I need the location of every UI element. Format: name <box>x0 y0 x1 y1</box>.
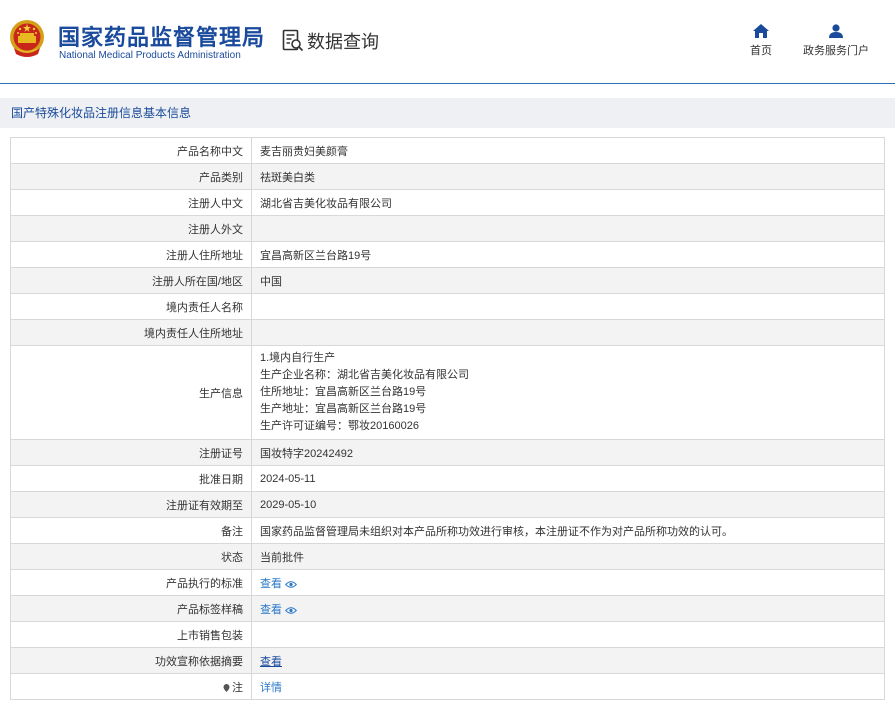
field-label: 境内责任人住所地址 <box>10 319 252 346</box>
field-label: 生产信息 <box>10 345 252 440</box>
field-value: 2029-05-10 <box>251 491 885 518</box>
org-name-en: National Medical Products Administration <box>59 50 241 61</box>
document-search-icon <box>282 29 304 52</box>
data-query-title: 数据查询 <box>282 28 379 54</box>
user-icon <box>829 24 843 38</box>
field-value: 宜昌高新区兰台路19号 <box>251 241 885 268</box>
field-value: 国妆特字20242492 <box>251 439 885 466</box>
field-label: 注册证有效期至 <box>10 491 252 518</box>
home-icon <box>753 24 769 38</box>
eye-icon[interactable] <box>285 580 297 589</box>
table-row: 备注 国家药品监督管理局未组织对本产品所称功效进行审核，本注册证不作为对产品所称… <box>10 517 885 544</box>
production-line: 生产地址：宜昌高新区兰台路19号 <box>260 403 427 415</box>
note-label: 注 <box>232 681 243 694</box>
table-row-production-info: 生产信息 1.境内自行生产 生产企业名称：湖北省吉美化妆品有限公司 住所地址：宜… <box>10 345 885 440</box>
field-value: 查看 <box>251 595 885 622</box>
field-value: 2024-05-11 <box>251 465 885 492</box>
production-line: 生产许可证编号：鄂妆20160026 <box>260 420 419 432</box>
production-info-value: 1.境内自行生产 生产企业名称：湖北省吉美化妆品有限公司 住所地址：宜昌高新区兰… <box>251 345 885 440</box>
table-row: 批准日期 2024-05-11 <box>10 465 885 492</box>
view-efficacy-summary-link[interactable]: 查看 <box>260 656 282 668</box>
nav-service-portal[interactable]: 政务服务门户 <box>802 24 870 58</box>
field-value: 中国 <box>251 267 885 294</box>
field-label: 注册人所在国/地区 <box>10 267 252 294</box>
table-row: 注册人中文 湖北省吉美化妆品有限公司 <box>10 189 885 216</box>
field-value: 查看 <box>251 569 885 596</box>
field-value <box>251 319 885 346</box>
field-value <box>251 293 885 320</box>
nav-home-label: 首页 <box>750 45 772 57</box>
field-label: 上市销售包装 <box>10 621 252 648</box>
field-value: 麦吉丽贵妇美颜膏 <box>251 137 885 164</box>
field-value: 国家药品监督管理局未组织对本产品所称功效进行审核，本注册证不作为对产品所称功效的… <box>251 517 885 544</box>
production-line: 生产企业名称：湖北省吉美化妆品有限公司 <box>260 369 469 381</box>
table-row: 注册人所在国/地区 中国 <box>10 267 885 294</box>
details-link[interactable]: 详情 <box>260 682 282 694</box>
query-title-text: 数据查询 <box>307 32 379 53</box>
field-label: 产品名称中文 <box>10 137 252 164</box>
field-label: 批准日期 <box>10 465 252 492</box>
table-row: 境内责任人名称 <box>10 293 885 320</box>
field-value <box>251 215 885 242</box>
table-row: 注册证号 国妆特字20242492 <box>10 439 885 466</box>
view-standard-link[interactable]: 查看 <box>260 578 282 590</box>
field-label-note: 注 <box>10 673 252 700</box>
table-row: 上市销售包装 <box>10 621 885 648</box>
field-label: 注册人外文 <box>10 215 252 242</box>
pin-icon <box>223 683 230 692</box>
field-value: 详情 <box>251 673 885 700</box>
view-label-sample-link[interactable]: 查看 <box>260 604 282 616</box>
table-row: 注册证有效期至 2029-05-10 <box>10 491 885 518</box>
field-label: 注册证号 <box>10 439 252 466</box>
national-emblem-icon <box>10 20 44 57</box>
production-line: 1.境内自行生产 <box>260 352 336 364</box>
site-header: 国家药品监督管理局 National Medical Products Admi… <box>0 0 895 84</box>
field-label: 产品标签样稿 <box>10 595 252 622</box>
field-label: 境内责任人名称 <box>10 293 252 320</box>
section-title: 国产特殊化妆品注册信息基本信息 <box>0 98 895 128</box>
field-label: 功效宣称依据摘要 <box>10 647 252 674</box>
eye-icon[interactable] <box>285 606 297 615</box>
field-label: 注册人中文 <box>10 189 252 216</box>
table-row: 产品类别 祛斑美白类 <box>10 163 885 190</box>
registration-info-table: 产品名称中文 麦吉丽贵妇美颜膏 产品类别 祛斑美白类 注册人中文 湖北省吉美化妆… <box>10 137 885 700</box>
field-value <box>251 621 885 648</box>
table-row: 注册人外文 <box>10 215 885 242</box>
field-value: 当前批件 <box>251 543 885 570</box>
production-line: 住所地址：宜昌高新区兰台路19号 <box>260 386 427 398</box>
org-name-cn: 国家药品监督管理局 <box>58 26 266 51</box>
field-label: 产品类别 <box>10 163 252 190</box>
nav-home[interactable]: 首页 <box>749 24 773 58</box>
field-value: 湖北省吉美化妆品有限公司 <box>251 189 885 216</box>
field-label: 备注 <box>10 517 252 544</box>
table-row: 注 详情 <box>10 673 885 700</box>
table-row: 功效宣称依据摘要 查看 <box>10 647 885 674</box>
table-row: 产品执行的标准 查看 <box>10 569 885 596</box>
field-label: 状态 <box>10 543 252 570</box>
table-row: 产品名称中文 麦吉丽贵妇美颜膏 <box>10 137 885 164</box>
table-row: 产品标签样稿 查看 <box>10 595 885 622</box>
table-row: 境内责任人住所地址 <box>10 319 885 346</box>
field-label: 产品执行的标准 <box>10 569 252 596</box>
table-row: 状态 当前批件 <box>10 543 885 570</box>
nav-portal-label: 政务服务门户 <box>803 45 869 57</box>
field-value: 祛斑美白类 <box>251 163 885 190</box>
field-label: 注册人住所地址 <box>10 241 252 268</box>
table-row: 注册人住所地址 宜昌高新区兰台路19号 <box>10 241 885 268</box>
field-value: 查看 <box>251 647 885 674</box>
